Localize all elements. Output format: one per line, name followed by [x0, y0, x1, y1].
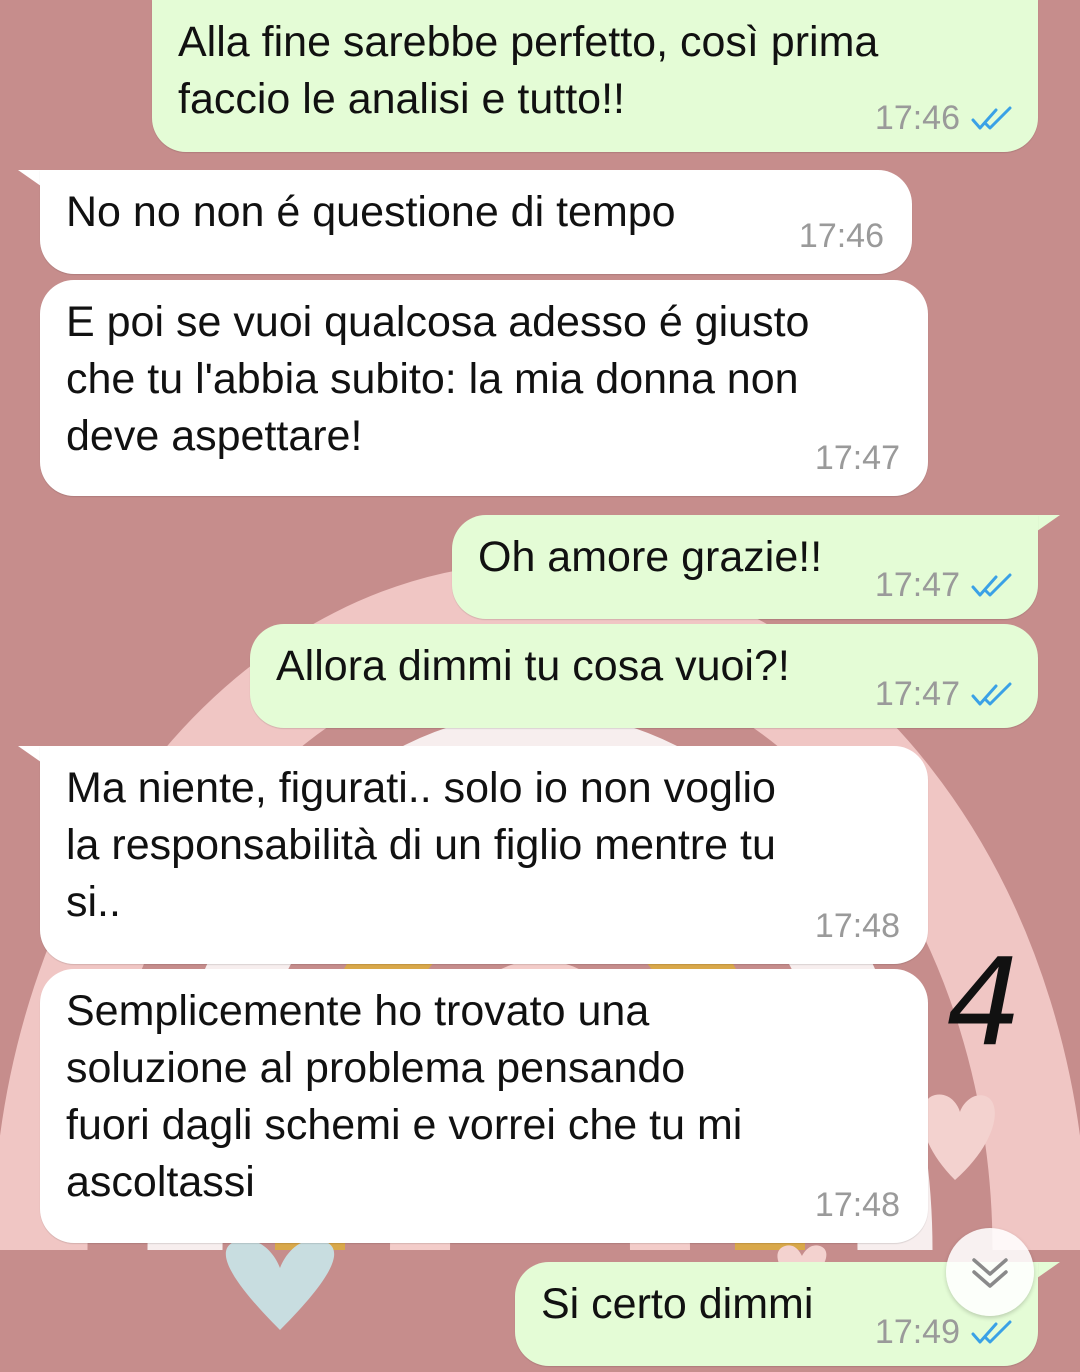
message-bubble-incoming[interactable]: Ma niente, figurati.. solo io non voglio… — [40, 746, 928, 964]
message-bubble-incoming[interactable]: No no non é questione di tempo 17:46 — [40, 170, 912, 274]
chevron-double-down-icon — [972, 1258, 1008, 1288]
message-bubble-outgoing[interactable]: Allora dimmi tu cosa vuoi?! 17:47 — [250, 624, 1038, 728]
annotation-number: 4 — [946, 936, 1022, 1056]
handwritten-number: 4 — [946, 936, 1022, 1056]
message-time: 17:48 — [814, 907, 900, 945]
message-meta: 17:46 — [875, 99, 1016, 138]
message-text: Allora dimmi tu cosa vuoi?! — [276, 642, 790, 690]
message-time: 17:49 — [874, 1313, 960, 1351]
message-meta: 17:48 — [815, 907, 900, 946]
message-meta: 17:48 — [815, 1186, 900, 1225]
message-bubble-incoming[interactable]: E poi se vuoi qualcosa adesso é giusto c… — [40, 280, 928, 496]
double-check-icon — [971, 573, 1012, 596]
message-text: Semplicemente ho trovato una soluzione a… — [66, 987, 743, 1206]
scroll-to-bottom-button[interactable] — [946, 1228, 1034, 1316]
message-time: 17:48 — [814, 1186, 900, 1224]
message-meta: 17:47 — [815, 439, 900, 478]
message-time: 17:47 — [874, 675, 960, 713]
double-check-icon — [971, 682, 1012, 705]
message-time: 17:47 — [814, 439, 900, 477]
message-text: Oh amore grazie!! — [478, 533, 823, 581]
double-check-icon — [971, 106, 1012, 129]
message-meta: 17:47 — [875, 566, 1016, 605]
message-meta: 17:47 — [875, 675, 1016, 714]
message-text: No no non é questione di tempo — [66, 188, 676, 236]
message-text: Si certo dimmi — [541, 1280, 814, 1328]
message-bubble-outgoing[interactable]: Alla fine sarebbe perfetto, così prima f… — [152, 0, 1038, 152]
message-time: 17:46 — [874, 99, 960, 137]
message-meta: 17:46 — [799, 217, 884, 256]
message-meta: 17:49 — [875, 1313, 1016, 1352]
message-time: 17:47 — [874, 566, 960, 604]
message-bubble-outgoing[interactable]: Oh amore grazie!! 17:47 — [452, 515, 1038, 619]
message-time: 17:46 — [798, 217, 884, 255]
message-text: Ma niente, figurati.. solo io non voglio… — [66, 764, 776, 926]
message-text: E poi se vuoi qualcosa adesso é giusto c… — [66, 298, 810, 460]
message-bubble-incoming[interactable]: Semplicemente ho trovato una soluzione a… — [40, 969, 928, 1243]
message-text: Alla fine sarebbe perfetto, così prima f… — [178, 18, 879, 123]
double-check-icon — [971, 1320, 1012, 1343]
